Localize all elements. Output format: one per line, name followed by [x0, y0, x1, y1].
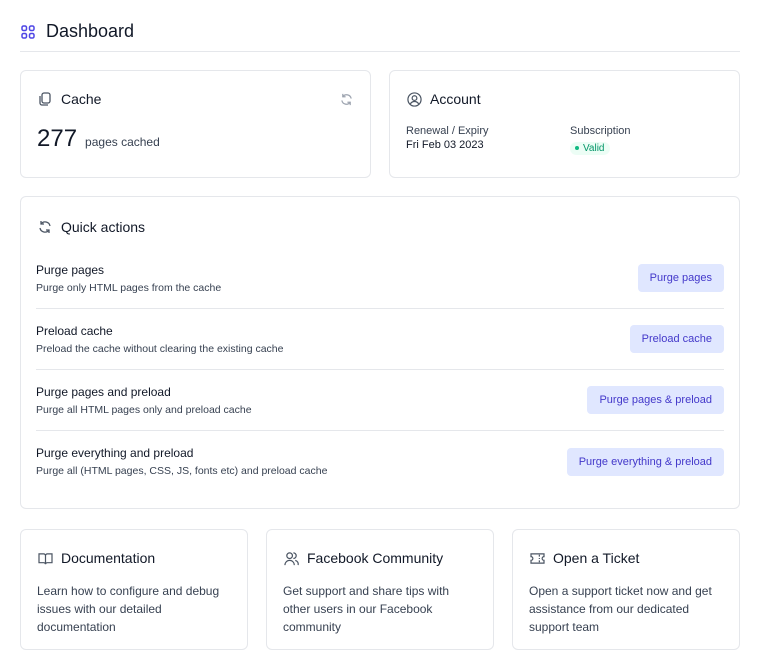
action-desc: Purge all (HTML pages, CSS, JS, fonts et… — [36, 465, 328, 477]
refresh-icon[interactable] — [338, 91, 354, 107]
user-circle-icon — [406, 91, 422, 107]
purge-pages-preload-button[interactable]: Purge pages & preload — [587, 386, 724, 414]
card-desc: Learn how to configure and debug issues … — [37, 584, 220, 634]
renewal-value: Fri Feb 03 2023 — [406, 139, 484, 151]
account-title: Account — [430, 91, 481, 107]
status-badge: Valid — [570, 141, 610, 155]
action-title: Purge pages and preload — [36, 384, 171, 399]
facebook-community-card[interactable]: Facebook Community Get support and share… — [266, 529, 494, 650]
cache-count: 277 — [37, 125, 78, 152]
action-purge-and-preload: Purge pages and preload Purge all HTML pa… — [36, 370, 724, 431]
documentation-card[interactable]: Documentation Learn how to configure and… — [20, 529, 248, 650]
book-icon — [37, 550, 53, 566]
renewal-label: Renewal / Expiry — [406, 125, 489, 137]
purge-everything-button[interactable]: Purge everything & preload — [566, 447, 724, 476]
grid-icon — [20, 24, 36, 40]
users-icon — [283, 550, 299, 566]
card-desc: Get support and share tips with other us… — [283, 584, 450, 634]
account-card: Account Renewal / Expiry Fri Feb 03 2023… — [389, 70, 740, 178]
subscription-label: Subscription — [570, 125, 631, 137]
cache-count-label: pages cached — [85, 135, 160, 149]
action-title: Preload cache — [36, 323, 113, 338]
page-header: Dashboard — [20, 12, 740, 52]
ticket-icon — [529, 550, 545, 566]
card-title: Facebook Community — [307, 550, 444, 566]
card-desc: Open a support ticket now and get assist… — [529, 584, 712, 634]
quick-actions-title: Quick actions — [61, 219, 146, 235]
action-title: Purge pages — [36, 262, 105, 277]
action-preload-cache: Preload cache Preload the cache without c… — [36, 309, 724, 370]
action-purge-pages: Purge pages Purge only HTML pages from th… — [36, 248, 724, 309]
copy-icon — [37, 91, 53, 107]
page-title: Dashboard — [46, 21, 135, 41]
refresh-cycle-icon — [37, 219, 53, 235]
action-desc: Purge only HTML pages from the cache — [36, 281, 222, 294]
action-title: Purge everything and preload — [36, 446, 194, 460]
card-title: Documentation — [61, 550, 156, 566]
cache-card: Cache 277 pages cached — [20, 70, 371, 178]
action-desc: Purge all HTML pages only and preload ca… — [36, 403, 252, 416]
quick-actions-card: Quick actions Purge pages Purge only HTML… — [20, 196, 740, 509]
action-purge-everything: Purge everything and preload Purge all (H… — [36, 431, 724, 492]
cache-title: Cache — [61, 91, 102, 107]
purge-pages-button[interactable]: Purge pages — [637, 264, 724, 292]
action-desc: Preload the cache without clearing the e… — [36, 342, 284, 355]
open-ticket-card[interactable]: Open a Ticket Open a support ticket now … — [512, 529, 740, 650]
preload-cache-button[interactable]: Preload cache — [629, 325, 724, 353]
card-title: Open a Ticket — [553, 550, 640, 566]
